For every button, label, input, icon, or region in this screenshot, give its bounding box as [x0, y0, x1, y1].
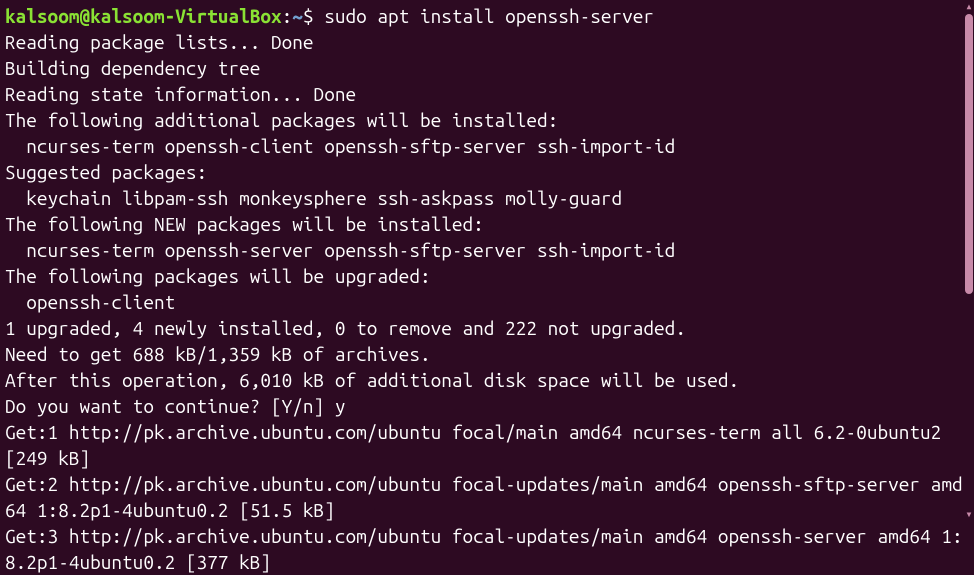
output-line: The following packages will be upgraded:: [5, 265, 431, 287]
output-line: Get:2 http://pk.archive.ubuntu.com/ubunt…: [5, 473, 963, 521]
scrollbar-down-icon[interactable]: ▾: [964, 508, 974, 522]
output-line: Get:3 http://pk.archive.ubuntu.com/ubunt…: [5, 525, 963, 573]
command-text: sudo apt install openssh-server: [324, 5, 654, 27]
output-line: The following NEW packages will be insta…: [5, 213, 484, 235]
output-line: Get:1 http://pk.archive.ubuntu.com/ubunt…: [5, 421, 952, 469]
output-line: openssh-client: [5, 291, 175, 313]
prompt-at: @: [79, 5, 90, 27]
output-line: Reading package lists... Done: [5, 31, 314, 53]
output-line: Need to get 688 kB/1,359 kB of archives.: [5, 343, 431, 365]
output-line: The following additional packages will b…: [5, 109, 558, 131]
prompt-path: ~: [292, 5, 303, 27]
prompt-dollar: $: [303, 5, 314, 27]
output-line: After this operation, 6,010 kB of additi…: [5, 369, 739, 391]
scrollbar[interactable]: ▴ ▾: [964, 0, 974, 522]
output-line: ncurses-term openssh-server openssh-sftp…: [5, 239, 675, 261]
output-line: Do you want to continue? [Y/n] y: [5, 395, 345, 417]
output-line: Building dependency tree: [5, 57, 260, 79]
prompt-host: kalsoom-VirtualBox: [90, 5, 282, 27]
output-line: Reading state information... Done: [5, 83, 356, 105]
scrollbar-up-icon[interactable]: ▴: [964, 0, 974, 14]
terminal-output[interactable]: kalsoom@kalsoom-VirtualBox:~$ sudo apt i…: [5, 3, 969, 575]
output-line: Suggested packages:: [5, 161, 207, 183]
output-line: keychain libpam-ssh monkeysphere ssh-ask…: [5, 187, 622, 209]
scrollbar-thumb[interactable]: [965, 14, 973, 294]
scrollbar-track[interactable]: [964, 14, 974, 508]
prompt-user: kalsoom: [5, 5, 79, 27]
output-line: 1 upgraded, 4 newly installed, 0 to remo…: [5, 317, 686, 339]
prompt-sep: :: [282, 5, 293, 27]
output-line: ncurses-term openssh-client openssh-sftp…: [5, 135, 675, 157]
